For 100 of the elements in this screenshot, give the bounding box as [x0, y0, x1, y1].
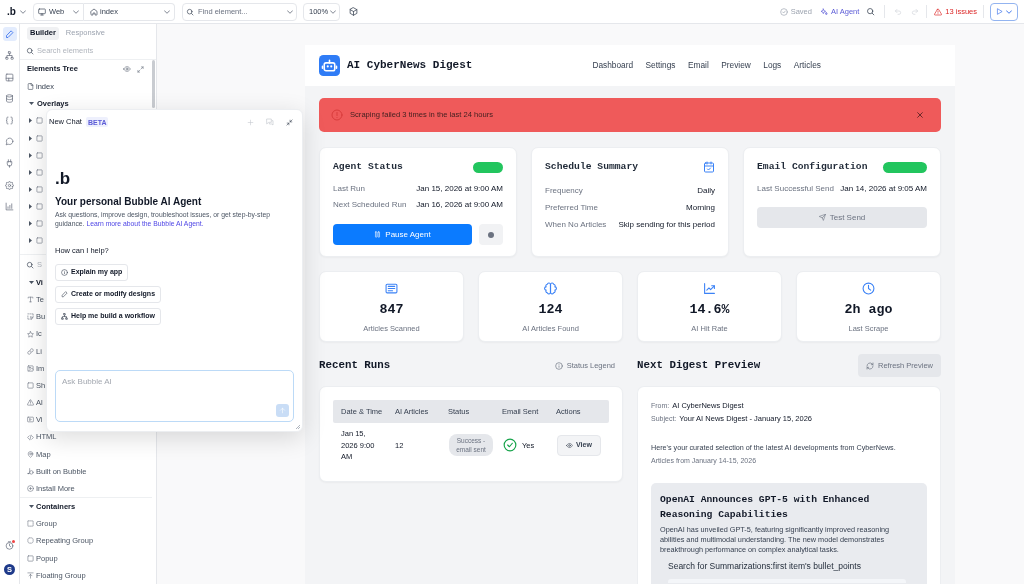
nav-link[interactable]: Logs — [763, 59, 782, 72]
field-label: Frequency — [545, 184, 583, 197]
pencil-icon — [5, 29, 14, 39]
card-title: Email Configuration — [757, 159, 868, 174]
plug-icon — [5, 159, 14, 169]
sparkle-icon — [819, 7, 828, 16]
caret-down-icon[interactable] — [29, 281, 34, 285]
caret-right-icon[interactable] — [29, 238, 32, 244]
send-icon — [818, 214, 826, 221]
stopwatch-icon[interactable] — [5, 541, 14, 551]
nav-link[interactable]: Preview — [721, 59, 751, 72]
section-title: Next Digest Preview — [637, 358, 761, 374]
pause-agent-button[interactable]: Pause Agent — [333, 224, 472, 245]
field-value: Jan 15, 2026 at 9:00 AM — [416, 183, 503, 195]
check-circle-icon — [779, 7, 788, 16]
clock-icon — [862, 282, 875, 295]
caret-right-icon[interactable] — [29, 204, 32, 210]
nav-link[interactable]: Articles — [793, 59, 821, 72]
hierarchy-icon — [5, 51, 14, 61]
bullet-points-text: Search for Summarizations:first item's bullet_points — [667, 560, 862, 572]
field-label: Next Scheduled Run — [333, 199, 407, 211]
braces-icon — [5, 115, 14, 125]
map-pin-icon — [27, 450, 34, 458]
robot-logo-icon — [319, 55, 340, 76]
caret-right-icon[interactable] — [29, 169, 32, 175]
caret-icon — [1006, 9, 1012, 14]
field-value: Morning — [686, 201, 715, 214]
caret-right-icon[interactable] — [29, 118, 32, 124]
workflow-tab[interactable] — [2, 48, 17, 63]
search-icon — [186, 7, 194, 16]
stat-value: 847 — [379, 302, 404, 318]
caret-icon — [19, 9, 26, 14]
search-icon[interactable] — [866, 7, 876, 16]
field-value: Jan 16, 2026 at 9:00 AM — [416, 199, 503, 211]
field-value: Jan 14, 2026 at 9:05 AM — [840, 183, 927, 195]
layout-tab[interactable] — [2, 70, 17, 85]
database-icon — [5, 94, 14, 104]
design-tab[interactable] — [2, 27, 17, 41]
caret-down-icon[interactable] — [29, 102, 34, 106]
caret-down-icon[interactable] — [29, 505, 34, 509]
play-icon — [996, 8, 1003, 15]
field-label: Preferred Time — [545, 201, 598, 214]
bubble-logo: .b — [55, 170, 71, 186]
stat-value: 124 — [538, 302, 563, 318]
resize-handle-icon[interactable] — [296, 425, 300, 429]
caret-icon — [164, 9, 170, 14]
link-icon — [27, 347, 34, 355]
nav-link[interactable]: Settings — [645, 59, 676, 72]
caret-right-icon[interactable] — [29, 221, 32, 227]
warning-icon — [27, 399, 34, 407]
settings-tab[interactable] — [2, 178, 17, 193]
article-title: OpenAI Announces GPT-5 with Enhanced Reasoning Capabilities — [660, 493, 871, 522]
nav-link[interactable]: Email — [688, 59, 709, 72]
video-icon — [27, 416, 34, 424]
caret-right-icon[interactable] — [29, 135, 32, 141]
caret-icon — [73, 9, 79, 14]
app-title: AI CyberNews Digest — [347, 58, 473, 74]
field-label: Last Run — [333, 183, 366, 195]
collapse-icon[interactable] — [286, 118, 293, 126]
cube-icon[interactable] — [349, 7, 358, 16]
pause-icon — [374, 231, 382, 238]
close-icon[interactable] — [916, 111, 924, 119]
warning-icon — [934, 7, 943, 16]
dot-icon — [488, 231, 494, 238]
app-menu-button[interactable]: .b — [6, 2, 30, 21]
info-icon — [554, 361, 563, 370]
check-circle-icon — [503, 438, 517, 453]
pencil-icon — [61, 291, 68, 298]
field-label: When No Articles — [545, 218, 607, 231]
caret-right-icon[interactable] — [29, 152, 32, 158]
field-value: Skip sending for this period — [618, 218, 715, 231]
image-icon — [27, 364, 34, 372]
caret-right-icon[interactable] — [29, 187, 32, 192]
stat-value: 14.6% — [689, 302, 730, 318]
message-field[interactable]: Ask Bubble AI — [55, 370, 294, 422]
calendar-check-icon — [703, 161, 715, 173]
chat-bubble-icon — [5, 137, 14, 147]
layout-icon — [5, 72, 14, 82]
expand-icon[interactable] — [137, 65, 144, 73]
text-icon — [27, 296, 34, 304]
bar-chart-icon — [5, 202, 14, 212]
arrow-up-icon — [279, 407, 286, 414]
chat-heading: Your personal Bubble AI Agent — [55, 195, 203, 208]
icon-button[interactable] — [479, 224, 503, 245]
eye-icon — [566, 441, 574, 449]
page-icon — [27, 83, 34, 91]
plus-circle-icon — [27, 485, 34, 492]
test-send-button[interactable]: Test Send — [757, 207, 927, 228]
newspaper-icon — [385, 282, 398, 295]
search-icon — [26, 47, 34, 55]
home-icon — [90, 7, 98, 16]
nav-link[interactable]: Dashboard — [592, 59, 633, 72]
preview-button[interactable] — [990, 2, 1018, 21]
refresh-icon — [865, 361, 874, 370]
alert-circle-icon — [331, 109, 343, 121]
section-title: Recent Runs — [319, 358, 391, 374]
settings-icon — [5, 180, 14, 190]
brain-icon — [544, 282, 557, 295]
eye-icon[interactable] — [123, 65, 131, 73]
card-title: Schedule Summary — [545, 159, 638, 174]
